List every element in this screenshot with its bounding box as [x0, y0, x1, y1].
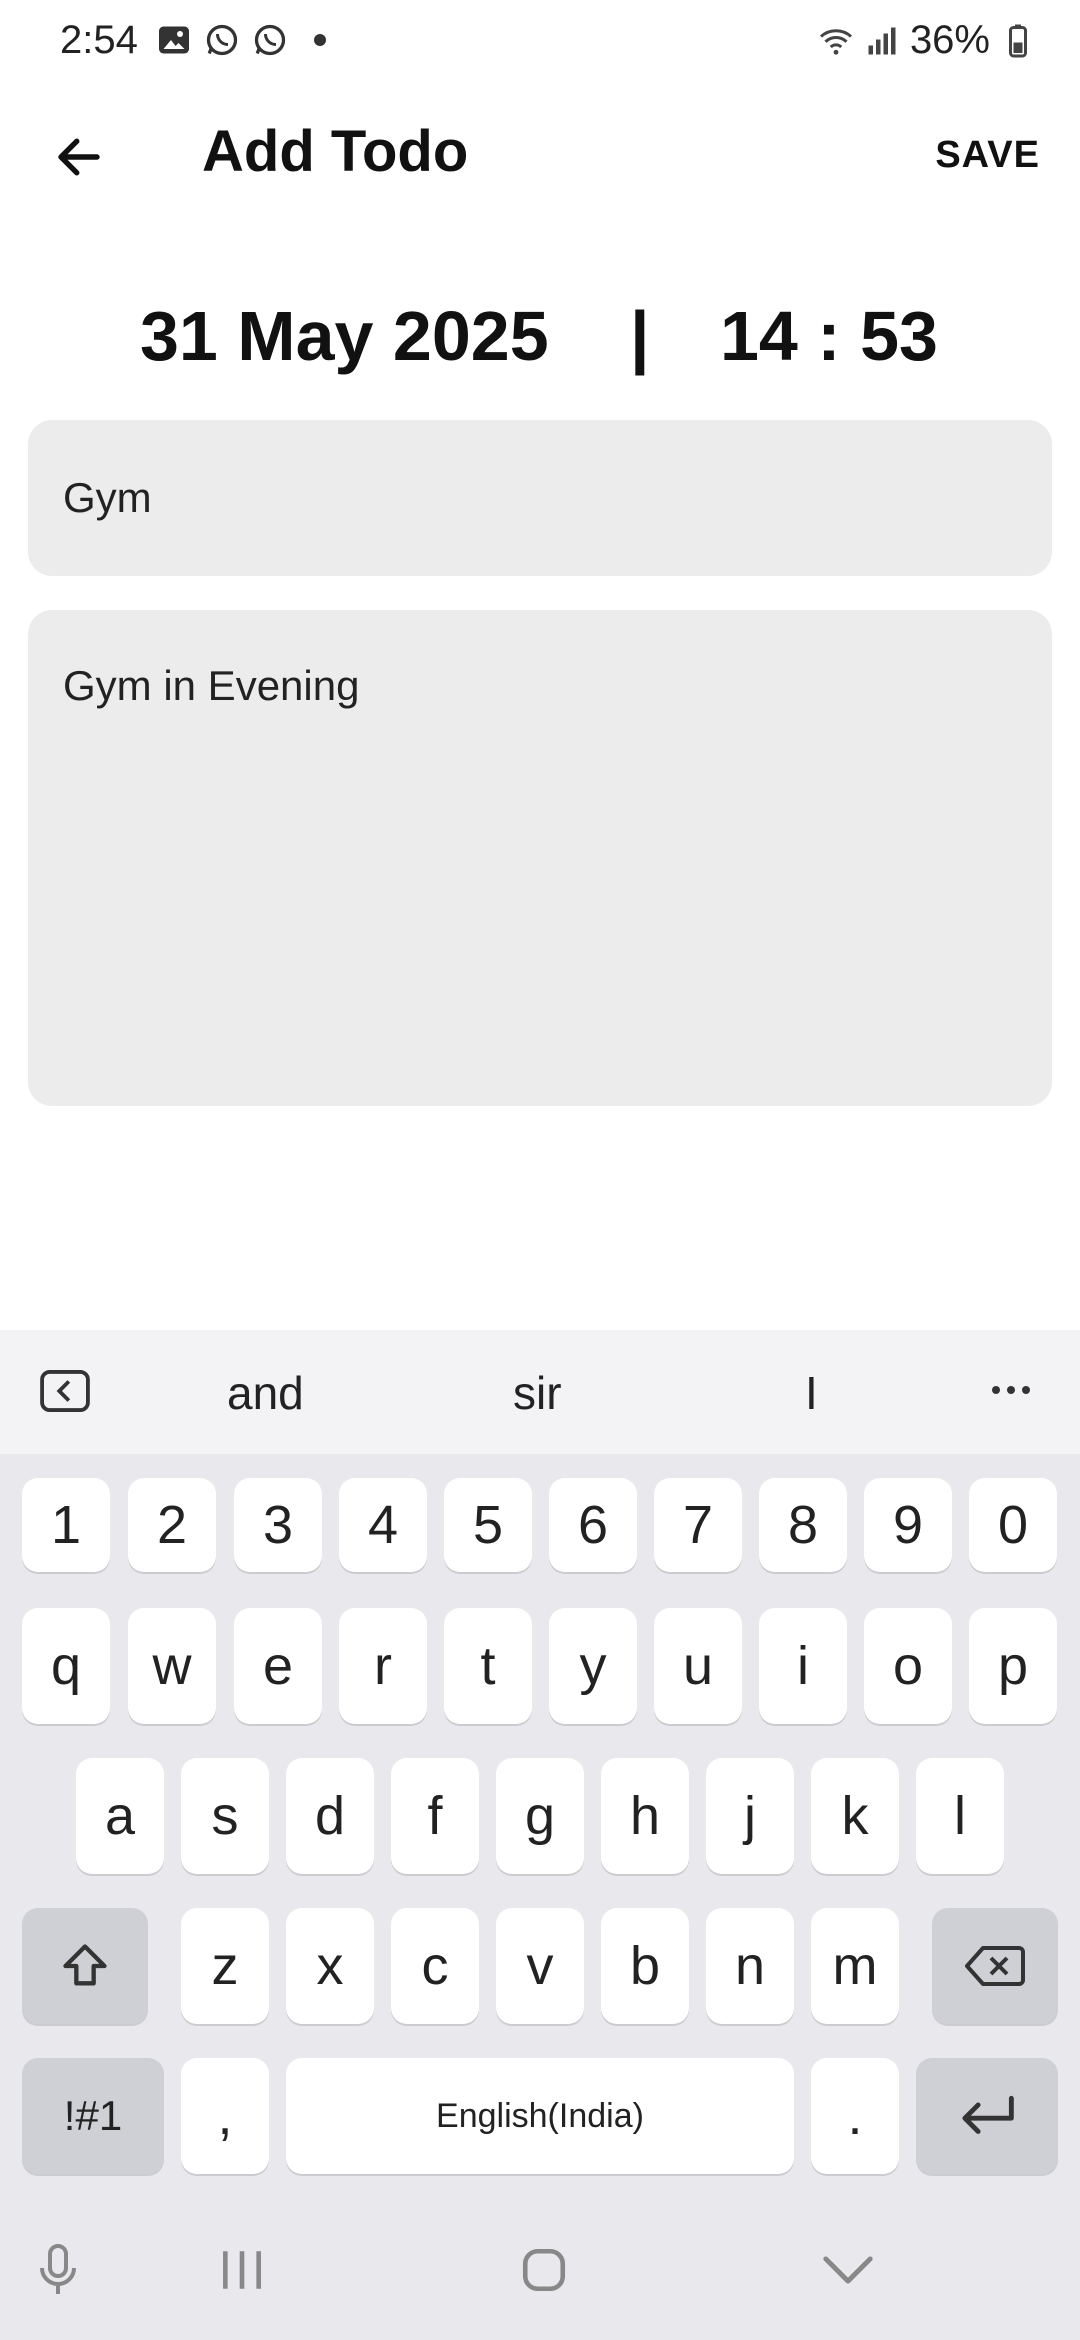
- date-picker[interactable]: 31 May 2025: [140, 296, 549, 376]
- key-a[interactable]: a: [76, 1758, 164, 1874]
- key-2[interactable]: 2: [128, 1478, 216, 1572]
- page-title: Add Todo: [202, 119, 469, 184]
- wifi-icon: [819, 28, 852, 55]
- backspace-icon: [965, 1946, 1025, 1986]
- key-c[interactable]: c: [391, 1908, 479, 2024]
- key-9[interactable]: 9: [864, 1478, 952, 1572]
- datetime-row: 31 May 2025 | 14 : 53: [0, 296, 1080, 386]
- recents-icon: [223, 2251, 261, 2289]
- key-n[interactable]: n: [706, 1908, 794, 2024]
- home-icon: [522, 2248, 566, 2292]
- shift-key[interactable]: [22, 1908, 148, 2024]
- back-button[interactable]: [44, 122, 114, 192]
- todo-description-input[interactable]: Gym in Evening: [28, 610, 1052, 1106]
- key-e[interactable]: e: [234, 1608, 322, 1724]
- key-m[interactable]: m: [811, 1908, 899, 2024]
- suggestion-2[interactable]: sir: [513, 1366, 562, 1420]
- status-time: 2:54: [60, 18, 138, 62]
- time-picker[interactable]: 14 : 53: [720, 296, 938, 376]
- key-r[interactable]: r: [339, 1608, 427, 1724]
- recent-apps-button[interactable]: [212, 2240, 272, 2300]
- key-g[interactable]: g: [496, 1758, 584, 1874]
- suggestion-3[interactable]: I: [805, 1366, 818, 1420]
- period-key[interactable]: .: [811, 2058, 899, 2174]
- voice-input-button[interactable]: [28, 2240, 88, 2300]
- notification-icons: [156, 22, 326, 58]
- key-4[interactable]: 4: [339, 1478, 427, 1572]
- key-3[interactable]: 3: [234, 1478, 322, 1572]
- whatsapp-icon: [254, 24, 286, 56]
- home-button[interactable]: [514, 2240, 574, 2300]
- symbols-key[interactable]: !#1: [22, 2058, 164, 2174]
- arrow-back-icon: [58, 138, 100, 176]
- app-bar: Add Todo SAVE: [0, 100, 1080, 212]
- key-v[interactable]: v: [496, 1908, 584, 2024]
- signal-icon: [868, 27, 896, 54]
- system-icons: 36%: [818, 18, 1036, 63]
- key-t[interactable]: t: [444, 1608, 532, 1724]
- shift-icon: [63, 1944, 107, 1986]
- enter-icon: [962, 2095, 1014, 2134]
- enter-key[interactable]: [916, 2058, 1058, 2174]
- collapse-suggestions-icon: [40, 1370, 90, 1412]
- chevron-down-icon: [823, 2256, 873, 2284]
- key-o[interactable]: o: [864, 1608, 952, 1724]
- key-h[interactable]: h: [601, 1758, 689, 1874]
- keyboard-collapse-button[interactable]: [40, 1370, 90, 1417]
- suggestion-bar: and sir I: [0, 1330, 1080, 1454]
- battery-icon: [1009, 24, 1027, 57]
- battery-percent: 36%: [909, 18, 990, 62]
- key-7[interactable]: 7: [654, 1478, 742, 1572]
- key-u[interactable]: u: [654, 1608, 742, 1724]
- key-q[interactable]: q: [22, 1608, 110, 1724]
- dot-icon: [314, 34, 326, 46]
- hide-keyboard-button[interactable]: [818, 2240, 878, 2300]
- datetime-separator: |: [630, 297, 650, 375]
- key-0[interactable]: 0: [969, 1478, 1057, 1572]
- key-z[interactable]: z: [181, 1908, 269, 2024]
- key-6[interactable]: 6: [549, 1478, 637, 1572]
- key-b[interactable]: b: [601, 1908, 689, 2024]
- todo-title-value: Gym: [63, 474, 152, 521]
- key-x[interactable]: x: [286, 1908, 374, 2024]
- more-options-icon[interactable]: [992, 1386, 1030, 1394]
- save-button[interactable]: SAVE: [935, 134, 1040, 177]
- gallery-icon: [159, 26, 189, 54]
- status-bar: 2:54 36%: [0, 0, 1080, 84]
- key-5[interactable]: 5: [444, 1478, 532, 1572]
- key-k[interactable]: k: [811, 1758, 899, 1874]
- key-1[interactable]: 1: [22, 1478, 110, 1572]
- key-s[interactable]: s: [181, 1758, 269, 1874]
- key-w[interactable]: w: [128, 1608, 216, 1724]
- navigation-bar: [0, 2200, 1080, 2340]
- backspace-key[interactable]: [932, 1908, 1058, 2024]
- key-8[interactable]: 8: [759, 1478, 847, 1572]
- whatsapp-icon: [206, 24, 238, 56]
- key-i[interactable]: i: [759, 1608, 847, 1724]
- key-d[interactable]: d: [286, 1758, 374, 1874]
- comma-key[interactable]: ,: [181, 2058, 269, 2174]
- microphone-icon: [40, 2244, 76, 2294]
- soft-keyboard: and sir I 1 2 3 4 5 6 7 8 9 0 q w e r t …: [0, 1330, 1080, 2340]
- key-l[interactable]: l: [916, 1758, 1004, 1874]
- key-p[interactable]: p: [969, 1608, 1057, 1724]
- key-j[interactable]: j: [706, 1758, 794, 1874]
- todo-description-value: Gym in Evening: [63, 662, 360, 709]
- todo-title-input[interactable]: Gym: [28, 420, 1052, 576]
- key-y[interactable]: y: [549, 1608, 637, 1724]
- space-key[interactable]: English(India): [286, 2058, 794, 2174]
- key-f[interactable]: f: [391, 1758, 479, 1874]
- suggestion-1[interactable]: and: [227, 1366, 304, 1420]
